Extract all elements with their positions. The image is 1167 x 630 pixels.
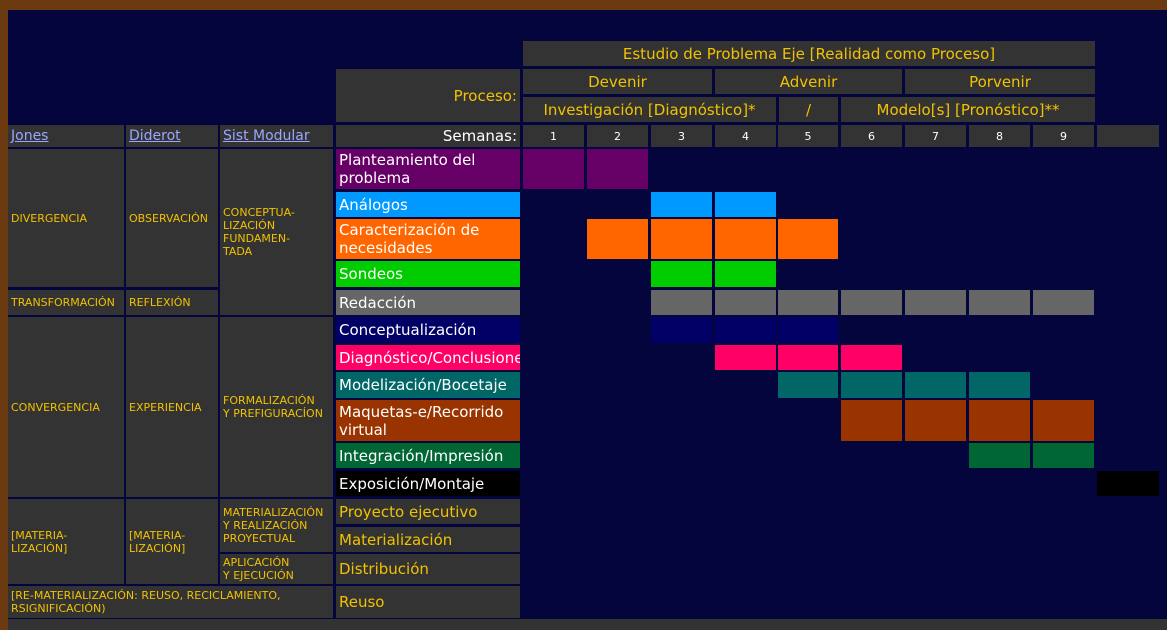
footer-strip: [8, 619, 1167, 630]
week-4-header: 4: [715, 125, 776, 147]
side-conceptualizacion-text: CONCEPTUA- LIZACIÓN FUNDAMEN- TADA: [223, 206, 295, 258]
side-materializacion-jones: [MATERIA- LIZACIÓN]: [8, 499, 124, 584]
sist-modular-link[interactable]: Sist Modular: [223, 128, 310, 144]
sub-investigacion: Investigación [Diagnóstico]*: [523, 97, 776, 122]
task-bar: [841, 345, 902, 370]
task-label: Maquetas-e/Recorrido virtual: [336, 400, 520, 441]
task-bar: [715, 290, 776, 315]
task-bar: [715, 192, 776, 217]
task-label: Redacción: [336, 290, 520, 315]
task-label: Sondeos: [336, 261, 520, 287]
side-materializacion-diderot-text: [MATERIA- LIZACIÓN]: [129, 528, 186, 555]
task-label: Reuso: [336, 586, 520, 618]
sub-modelo: Modelo[s] [Pronóstico]**: [841, 97, 1095, 122]
week-extra-header: [1097, 125, 1159, 147]
task-bar: [1097, 471, 1159, 496]
task-bar: [651, 290, 712, 315]
task-bar: [841, 372, 902, 398]
semanas-label: Semanas:: [336, 125, 520, 147]
side-reflexion: REFLEXIÓN: [126, 290, 218, 315]
phase-devenir: Devenir: [523, 69, 712, 94]
sub-slash: /: [779, 97, 838, 122]
task-bar: [1033, 443, 1094, 468]
gantt-chart-page: Estudio de Problema Eje [Realidad como P…: [8, 10, 1167, 630]
task-bar: [778, 290, 838, 315]
task-bar: [905, 372, 966, 398]
side-materializacion-realizacion-text: MATERIALIZACIÓN Y REALIZACIÓN PROYECTUAL: [223, 506, 324, 545]
week-1-header: 1: [523, 125, 584, 147]
side-experiencia: EXPERIENCIA: [126, 317, 218, 497]
task-bar: [778, 345, 838, 370]
task-bar: [969, 443, 1030, 468]
task-bar: [651, 192, 712, 217]
jones-link[interactable]: Jones: [11, 128, 48, 144]
side-rematerializacion-text: [RE-MATERIALIZACIÓN: REUSO, RECICLAMIENT…: [11, 589, 281, 615]
task-bar: [1033, 400, 1094, 441]
task-bar: [523, 149, 584, 189]
task-bar: [651, 219, 712, 259]
week-5-header: 5: [778, 125, 838, 147]
task-bar: [715, 317, 776, 343]
task-label: Integración/Impresión: [336, 443, 520, 468]
week-3-header: 3: [651, 125, 712, 147]
side-aplicacion-text: APLICACIÓN Y EJECUCIÓN: [223, 556, 294, 582]
side-materializacion-diderot: [MATERIA- LIZACIÓN]: [126, 499, 218, 584]
task-label: Proyecto ejecutivo: [336, 499, 520, 524]
main-title: Estudio de Problema Eje [Realidad como P…: [523, 41, 1095, 66]
week-7-header: 7: [905, 125, 966, 147]
side-observacion: OBSERVACIÓN: [126, 149, 218, 287]
task-bar: [651, 261, 712, 287]
side-aplicacion: APLICACIÓN Y EJECUCIÓN: [220, 554, 333, 584]
task-label: Exposición/Montaje: [336, 471, 520, 496]
week-8-header: 8: [969, 125, 1030, 147]
task-bar: [841, 400, 902, 441]
side-formalizacion: FORMALIZACIÓN Y PREFIGURACÍON: [220, 317, 333, 497]
side-rematerializacion: [RE-MATERIALIZACIÓN: REUSO, RECICLAMIENT…: [8, 586, 333, 618]
diderot-link[interactable]: Diderot: [129, 128, 181, 144]
proceso-label: Proceso:: [336, 69, 520, 122]
task-label: Materialización: [336, 527, 520, 552]
week-2-header: 2: [587, 125, 648, 147]
task-label: Análogos: [336, 192, 520, 217]
task-bar: [841, 290, 902, 315]
side-materializacion-realizacion: MATERIALIZACIÓN Y REALIZACIÓN PROYECTUAL: [220, 499, 333, 552]
task-label: Diagnóstico/Conclusiones: [336, 345, 520, 370]
task-bar: [1033, 290, 1094, 315]
task-bar: [715, 345, 776, 370]
task-label: Caracterización de necesidades: [336, 219, 520, 259]
task-bar: [969, 400, 1030, 441]
phase-porvenir: Porvenir: [905, 69, 1095, 94]
task-bar: [969, 290, 1030, 315]
side-divergencia: DIVERGENCIA: [8, 149, 124, 287]
task-label: Planteamiento del problema: [336, 149, 520, 189]
side-convergencia: CONVERGENCIA: [8, 317, 124, 497]
task-bar: [778, 317, 838, 343]
side-materializacion-jones-text: [MATERIA- LIZACIÓN]: [11, 528, 68, 555]
task-bar: [651, 317, 712, 343]
week-6-header: 6: [841, 125, 902, 147]
side-conceptualizacion: CONCEPTUA- LIZACIÓN FUNDAMEN- TADA: [220, 149, 333, 315]
task-label: Conceptualización: [336, 317, 520, 343]
phase-advenir: Advenir: [715, 69, 902, 94]
task-bar: [778, 219, 838, 259]
task-bar: [969, 372, 1030, 398]
task-label: Modelización/Bocetaje: [336, 372, 520, 398]
column-sist-modular[interactable]: Sist Modular: [220, 125, 333, 147]
column-diderot[interactable]: Diderot: [126, 125, 218, 147]
week-9-header: 9: [1033, 125, 1094, 147]
task-bar: [715, 219, 776, 259]
task-bar: [905, 290, 966, 315]
column-jones[interactable]: Jones: [8, 125, 124, 147]
task-bar: [778, 372, 838, 398]
task-bar: [715, 261, 776, 287]
task-bar: [587, 219, 648, 259]
task-bar: [587, 149, 648, 189]
task-bar: [905, 400, 966, 441]
side-transformacion: TRANSFORMACIÓN: [8, 290, 124, 315]
task-label: Distribución: [336, 554, 520, 584]
side-formalizacion-text: FORMALIZACIÓN Y PREFIGURACÍON: [223, 394, 323, 420]
